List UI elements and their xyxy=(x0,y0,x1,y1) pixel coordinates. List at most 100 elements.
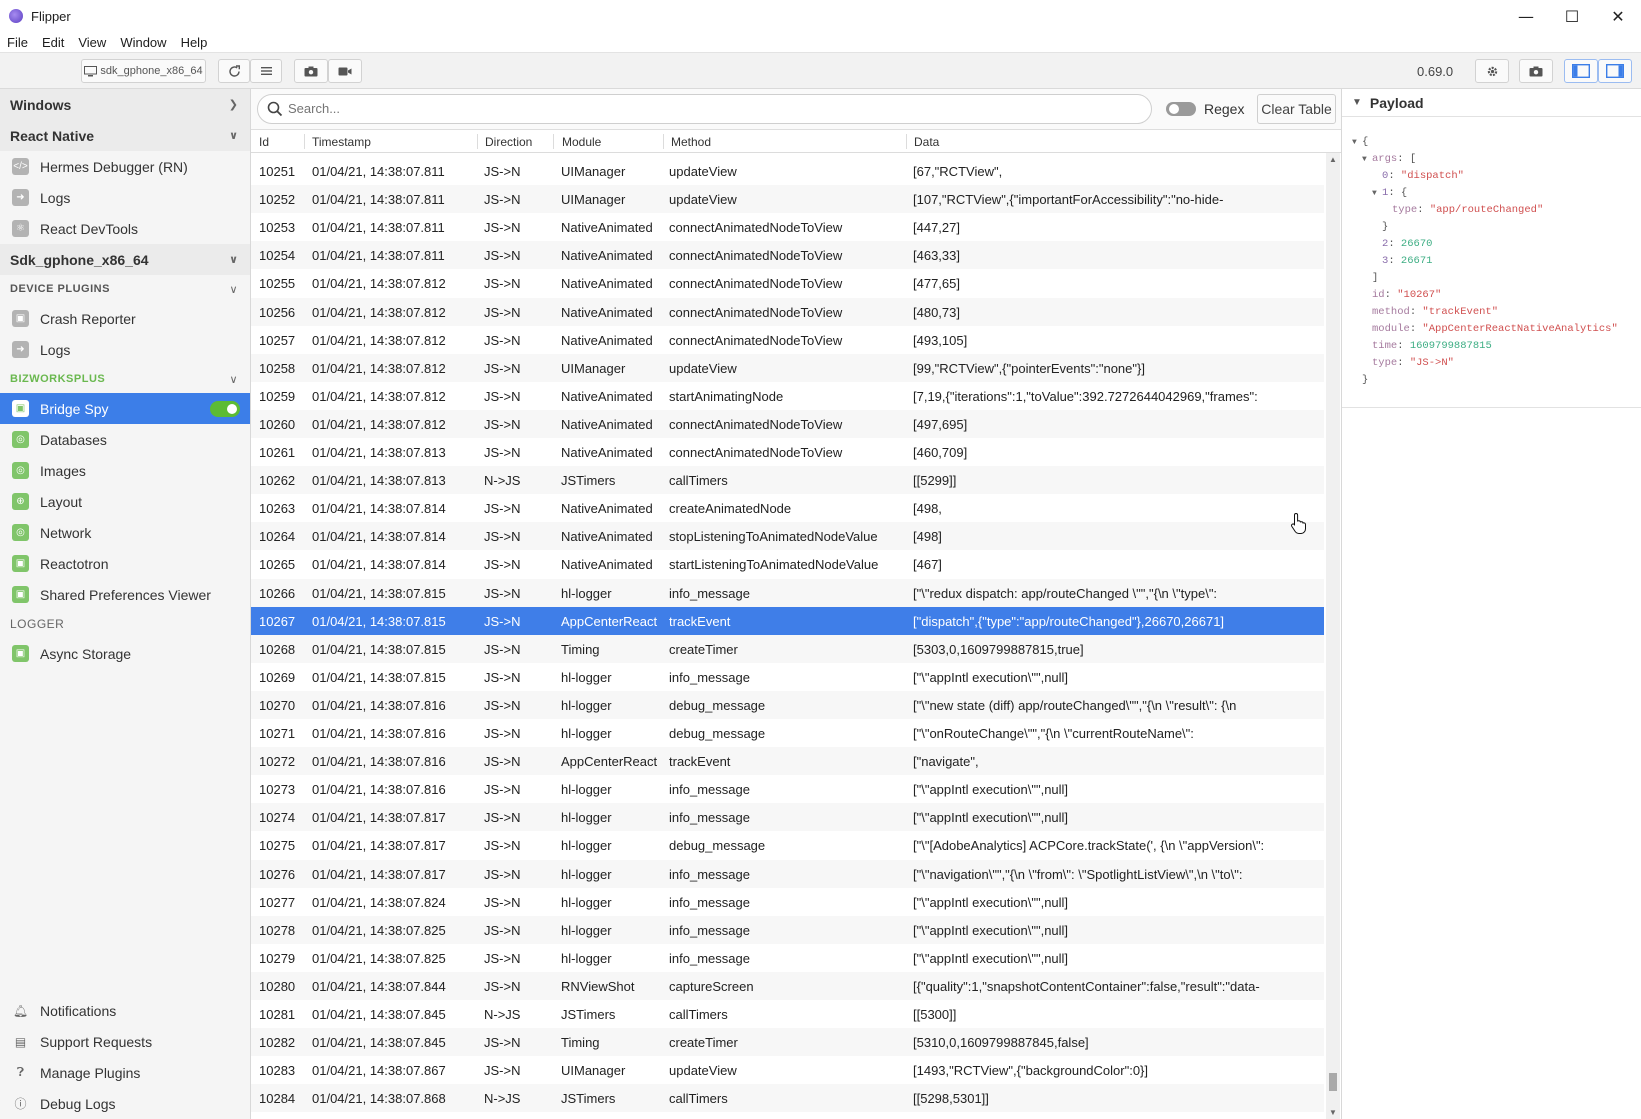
scroll-down-arrow-icon[interactable]: ▼ xyxy=(1329,1108,1337,1117)
menu-window[interactable]: Window xyxy=(113,35,173,50)
record-video-button[interactable] xyxy=(328,59,362,83)
column-header-module[interactable]: Module xyxy=(562,135,601,149)
sidebar-item-shared-preferences[interactable]: ▣ Shared Preferences Viewer xyxy=(0,579,250,610)
sidebar-item-support-requests[interactable]: ▤ Support Requests xyxy=(0,1026,250,1057)
settings-button[interactable] xyxy=(1475,59,1509,83)
sidebar-category-bizworksplus[interactable]: BIZWORKSPLUS ∨ xyxy=(0,365,250,393)
menu-list-button[interactable] xyxy=(250,59,282,83)
table-row[interactable]: 10263 01/04/21, 14:38:07.814 JS->N NativeAn… xyxy=(251,494,1324,522)
sidebar-item-rn-logs[interactable]: ➜ Logs xyxy=(0,182,250,213)
toggle-left-sidebar-button[interactable] xyxy=(1564,59,1598,83)
sidebar-item-debug-logs[interactable]: ⓘ Debug Logs xyxy=(0,1088,250,1119)
table-row[interactable]: 10260 01/04/21, 14:38:07.812 JS->N NativeAn… xyxy=(251,409,1324,438)
column-divider[interactable] xyxy=(477,134,478,149)
table-row[interactable]: 10272 01/04/21, 14:38:07.816 JS->N AppCente… xyxy=(251,747,1324,776)
sidebar-item-bridge-spy[interactable]: ▣ Bridge Spy xyxy=(0,393,250,424)
payload-panel-header[interactable]: ▼ Payload xyxy=(1342,89,1641,117)
table-row[interactable]: 10252 01/04/21, 14:38:07.811 JS->N UIManage… xyxy=(251,185,1324,214)
sidebar-section-react-native[interactable]: React Native ∨ xyxy=(0,120,250,151)
table-row[interactable]: 10283 01/04/21, 14:38:07.867 JS->N UIManage… xyxy=(251,1056,1324,1084)
table-row[interactable]: 10251 01/04/21, 14:38:07.811 JS->N UIManage… xyxy=(251,157,1324,185)
table-row[interactable]: 10256 01/04/21, 14:38:07.812 JS->N NativeAn… xyxy=(251,297,1324,326)
search-box[interactable] xyxy=(257,94,1152,124)
sidebar-item-hermes-debugger[interactable]: </> Hermes Debugger (RN) xyxy=(0,151,250,182)
table-row[interactable]: 10266 01/04/21, 14:38:07.815 JS->N hl-logge… xyxy=(251,578,1324,607)
table-row[interactable]: 10281 01/04/21, 14:38:07.845 N->JS JSTimers… xyxy=(251,1000,1324,1028)
table-row[interactable]: 10269 01/04/21, 14:38:07.815 JS->N hl-logge… xyxy=(251,663,1324,691)
table-row[interactable]: 10261 01/04/21, 14:38:07.813 JS->N NativeAn… xyxy=(251,438,1324,466)
table-row[interactable]: 10273 01/04/21, 14:38:07.816 JS->N hl-logge… xyxy=(251,775,1324,803)
table-row[interactable]: 10262 01/04/21, 14:38:07.813 N->JS JSTimers… xyxy=(251,466,1324,495)
table-scrollbar[interactable]: ▲ ▼ xyxy=(1326,153,1340,1119)
table-row[interactable]: 10282 01/04/21, 14:38:07.845 JS->N Timing cr… xyxy=(251,1028,1324,1057)
refresh-button[interactable] xyxy=(218,59,250,83)
table-row[interactable]: 10275 01/04/21, 14:38:07.817 JS->N hl-logge… xyxy=(251,831,1324,859)
menu-help[interactable]: Help xyxy=(174,35,215,50)
json-line[interactable]: ▼ 1: { xyxy=(1352,185,1640,202)
table-row[interactable]: 10254 01/04/21, 14:38:07.811 JS->N NativeAn… xyxy=(251,241,1324,270)
table-row[interactable]: 10264 01/04/21, 14:38:07.814 JS->N NativeAn… xyxy=(251,522,1324,551)
column-header-direction[interactable]: Direction xyxy=(485,135,532,149)
plugin-enabled-toggle[interactable] xyxy=(210,401,240,417)
column-divider[interactable] xyxy=(906,134,907,149)
scroll-up-arrow-icon[interactable]: ▲ xyxy=(1329,155,1337,164)
sidebar-item-notifications[interactable]: 🔔︎ Notifications xyxy=(0,995,250,1026)
sidebar-item-device-logs[interactable]: ➜ Logs xyxy=(0,334,250,365)
scrollbar-thumb[interactable] xyxy=(1329,1073,1337,1091)
column-header-id[interactable]: Id xyxy=(259,135,269,149)
sidebar-category-logger[interactable]: LOGGER xyxy=(0,610,250,638)
device-selector-button[interactable]: sdk_gphone_x86_64 xyxy=(81,59,206,83)
table-row[interactable]: 10265 01/04/21, 14:38:07.814 JS->N NativeAn… xyxy=(251,550,1324,578)
sidebar-item-react-devtools[interactable]: ⚛ React DevTools xyxy=(0,213,250,244)
table-row[interactable]: 10268 01/04/21, 14:38:07.815 JS->N Timing cr… xyxy=(251,634,1324,663)
search-input[interactable] xyxy=(288,101,1128,116)
sidebar-item-layout[interactable]: ⊕ Layout xyxy=(0,486,250,517)
table-row[interactable]: 10257 01/04/21, 14:38:07.812 JS->N NativeAn… xyxy=(251,326,1324,354)
table-row[interactable]: 10271 01/04/21, 14:38:07.816 JS->N hl-logge… xyxy=(251,719,1324,747)
table-row[interactable]: 10278 01/04/21, 14:38:07.825 JS->N hl-logge… xyxy=(251,915,1324,944)
expand-caret-icon[interactable]: ▼ xyxy=(1372,185,1382,202)
table-row[interactable]: 10277 01/04/21, 14:38:07.824 JS->N hl-logge… xyxy=(251,888,1324,916)
table-row[interactable]: 10274 01/04/21, 14:38:07.817 JS->N hl-logge… xyxy=(251,803,1324,832)
sidebar-section-device[interactable]: Sdk_gphone_x86_64 ∨ xyxy=(0,244,250,275)
sidebar-item-async-storage[interactable]: ▣ Async Storage xyxy=(0,638,250,669)
menu-edit[interactable]: Edit xyxy=(35,35,71,50)
table-row[interactable]: 10255 01/04/21, 14:38:07.812 JS->N NativeAn… xyxy=(251,269,1324,297)
sidebar-item-network[interactable]: ◎ Network xyxy=(0,517,250,548)
table-row[interactable]: 10284 01/04/21, 14:38:07.868 N->JS JSTimers… xyxy=(251,1084,1324,1113)
sidebar-item-images[interactable]: ◎ Images xyxy=(0,455,250,486)
table-row[interactable]: 10267 01/04/21, 14:38:07.815 JS->N AppCente… xyxy=(251,606,1324,635)
table-row[interactable]: 10280 01/04/21, 14:38:07.844 JS->N RNViewSh… xyxy=(251,971,1324,1000)
table-row[interactable]: 10253 01/04/21, 14:38:07.811 JS->N NativeAn… xyxy=(251,213,1324,241)
maximize-button[interactable]: ☐ xyxy=(1549,0,1595,32)
expand-caret-icon[interactable]: ▼ xyxy=(1362,151,1372,168)
column-divider[interactable] xyxy=(553,134,554,149)
column-header-method[interactable]: Method xyxy=(671,135,711,149)
table-row[interactable]: 10279 01/04/21, 14:38:07.825 JS->N hl-logge… xyxy=(251,944,1324,972)
column-header-timestamp[interactable]: Timestamp xyxy=(312,135,371,149)
clear-table-button[interactable]: Clear Table xyxy=(1257,94,1336,124)
sidebar-item-crash-reporter[interactable]: ▣ Crash Reporter xyxy=(0,303,250,334)
screenshot-button[interactable] xyxy=(294,59,328,83)
menu-file[interactable]: File xyxy=(0,35,35,50)
sidebar-category-device-plugins[interactable]: DEVICE PLUGINS ∨ xyxy=(0,275,250,303)
column-header-data[interactable]: Data xyxy=(914,135,939,149)
regex-toggle[interactable] xyxy=(1166,102,1196,116)
table-row[interactable]: 10259 01/04/21, 14:38:07.812 JS->N NativeAn… xyxy=(251,382,1324,410)
sidebar-item-manage-plugins[interactable]: ❓︎ Manage Plugins xyxy=(0,1057,250,1088)
column-divider[interactable] xyxy=(663,134,664,149)
menu-view[interactable]: View xyxy=(71,35,113,50)
expand-caret-icon[interactable]: ▼ xyxy=(1352,134,1362,151)
column-divider[interactable] xyxy=(304,134,305,149)
close-button[interactable]: ✕ xyxy=(1595,0,1641,32)
minimize-button[interactable]: — xyxy=(1503,0,1549,32)
sidebar-item-databases[interactable]: ◎ Databases xyxy=(0,424,250,455)
toggle-right-sidebar-button[interactable] xyxy=(1598,59,1632,83)
sidebar-section-windows[interactable]: Windows ❯ xyxy=(0,89,250,120)
table-row[interactable]: 10270 01/04/21, 14:38:07.816 JS->N hl-logge… xyxy=(251,690,1324,719)
sidebar-item-reactotron[interactable]: ▣ Reactotron xyxy=(0,548,250,579)
table-row[interactable]: 10258 01/04/21, 14:38:07.812 JS->N UIManage… xyxy=(251,353,1324,382)
rage-shake-button[interactable] xyxy=(1519,59,1553,83)
json-line[interactable]: ▼ args: [ xyxy=(1352,151,1640,168)
table-row[interactable]: 10276 01/04/21, 14:38:07.817 JS->N hl-logge… xyxy=(251,859,1324,888)
